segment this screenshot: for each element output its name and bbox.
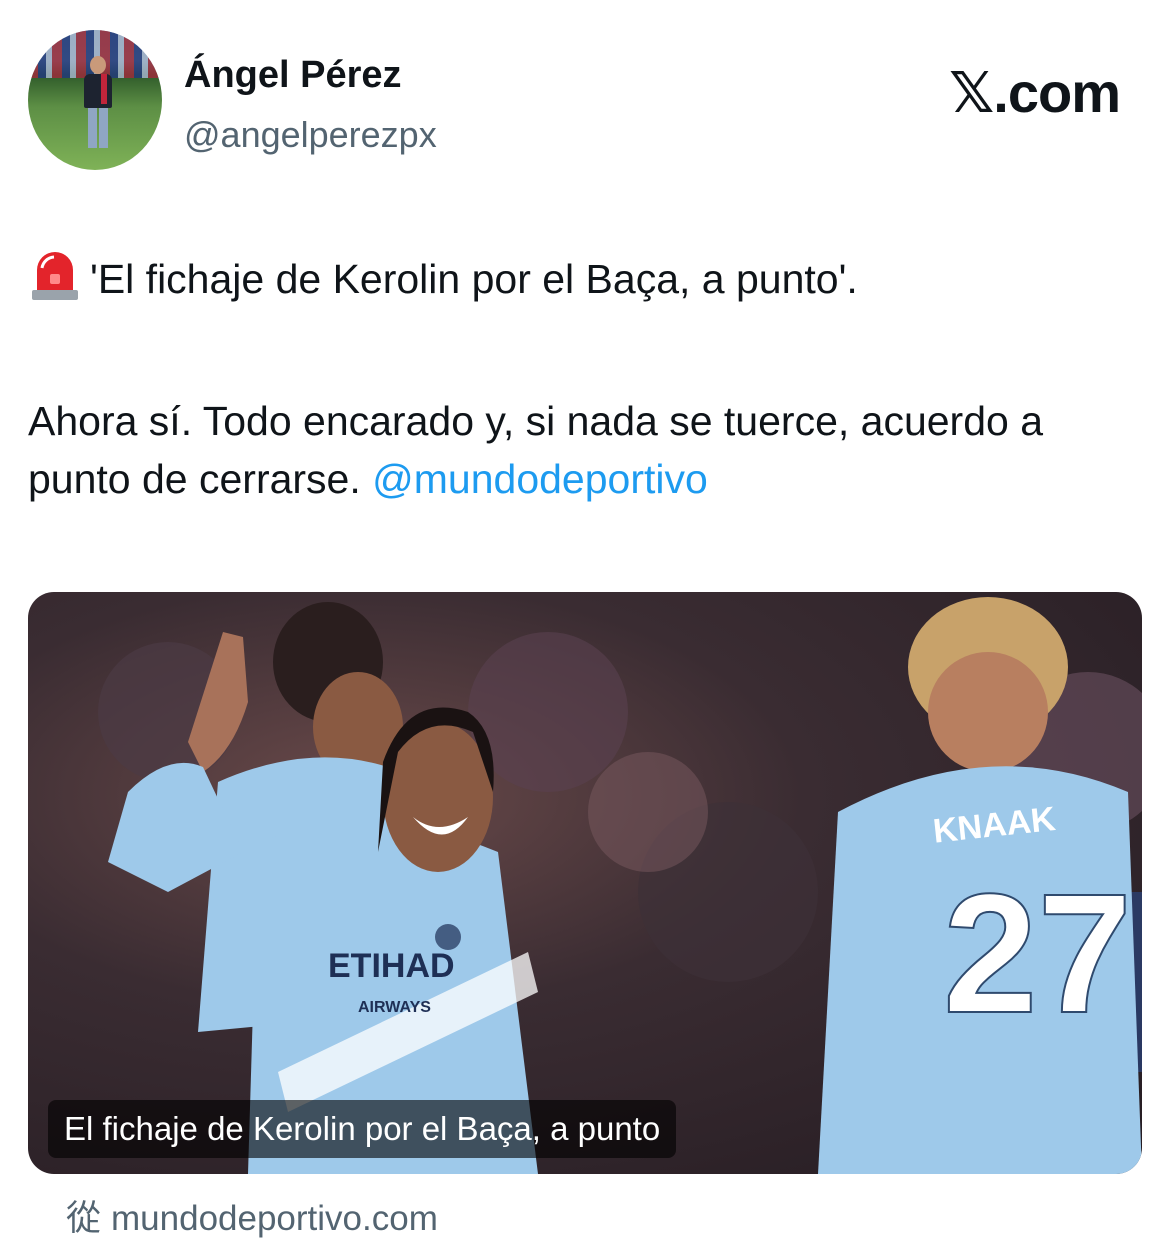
- shirt-sponsor-sub-text: AIRWAYS: [358, 999, 431, 1016]
- mention-link[interactable]: @mundodeportivo: [372, 456, 708, 502]
- shirt-sponsor-text: ETIHAD: [328, 947, 455, 985]
- tweet-line-body: Ahora sí. Todo encarado y, si nada se tu…: [28, 392, 1138, 508]
- tweet-header: Ángel Pérez @angelperezpx 𝕏.com: [28, 30, 1142, 172]
- tweet-line-headline: 'El fichaje de Kerolin por el Baça, a pu…: [28, 248, 1138, 308]
- source-domain[interactable]: mundodeportivo.com: [111, 1199, 438, 1238]
- police-siren-icon: [32, 252, 78, 300]
- jersey-number-text: 27: [943, 859, 1132, 1049]
- photo-illustration: ETIHAD AIRWAYS KNAAK 27: [98, 597, 1142, 1174]
- tweet-text: 'El fichaje de Kerolin por el Baça, a pu…: [28, 248, 1138, 508]
- author-display-name[interactable]: Ángel Pérez: [184, 54, 402, 97]
- tweet-headline: 'El fichaje de Kerolin por el Baça, a pu…: [90, 256, 858, 302]
- source-glyph: 從: [66, 1199, 102, 1238]
- avatar[interactable]: [28, 30, 162, 170]
- media-caption: El fichaje de Kerolin por el Baça, a pun…: [48, 1100, 677, 1158]
- x-logo-icon: 𝕏.com: [949, 61, 1121, 124]
- author-handle[interactable]: @angelperezpx: [184, 114, 437, 156]
- avatar-person: [82, 56, 112, 148]
- tweet-media-photo[interactable]: ETIHAD AIRWAYS KNAAK 27 El fichaje de Ke…: [28, 592, 1142, 1174]
- link-card-source[interactable]: 從 mundodeportivo.com: [66, 1190, 438, 1241]
